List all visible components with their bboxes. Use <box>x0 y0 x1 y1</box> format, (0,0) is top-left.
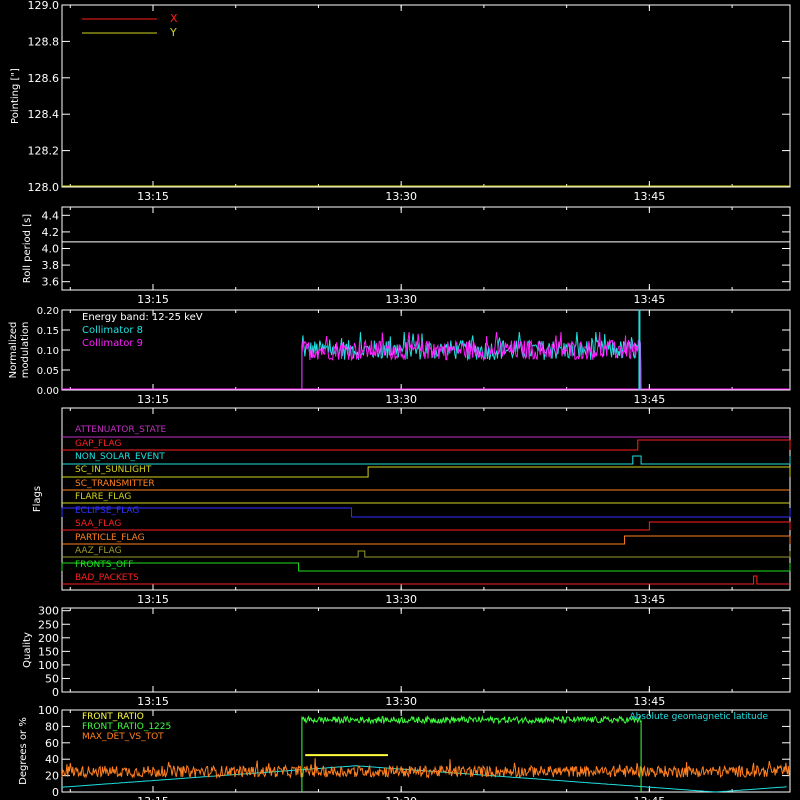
quality-ytick-label: 0 <box>52 686 59 699</box>
modulation-ytick-label: 0.15 <box>37 326 59 337</box>
pointing-ylabel: Pointing ["] <box>10 68 21 124</box>
flags-xtick-label: 13:30 <box>385 593 417 606</box>
legend-x-label: X <box>170 12 178 25</box>
modulation-annotation: Energy band: 12-25 keV <box>82 312 203 323</box>
modulation-xtick-label: 13:30 <box>385 393 417 406</box>
flag-label-attenuator-state: ATTENUATOR_STATE <box>75 425 167 435</box>
geomagnetic-latitude-label: Absolute geomagnetic latitude <box>629 712 768 722</box>
legend-max-det-vs-tot: MAX_DET_VS_TOT <box>82 732 164 742</box>
quality-xtick-label: 13:15 <box>137 695 169 708</box>
modulation-xtick-label: 13:45 <box>634 393 666 406</box>
flags-xtick-label: 13:45 <box>634 593 666 606</box>
front-ratio-ytick-label: 100 <box>38 704 59 717</box>
flags-ylabel: Flags <box>32 486 43 512</box>
quality-xtick-label: 13:45 <box>634 695 666 708</box>
flag-label-gap-flag: GAP_FLAG <box>75 439 121 449</box>
pointing-ytick-label: 129.0 <box>28 0 60 12</box>
front-ratio-xtick-label: 13:30 <box>385 795 417 800</box>
diagnostic-plot: 13:1513:3013:4514:0014:1514:3014:45128.0… <box>0 0 800 800</box>
quality-ytick-label: 250 <box>38 618 59 631</box>
modulation-ylabel: Normalized <box>8 322 19 379</box>
pointing-xtick-label: 13:15 <box>137 190 169 203</box>
front-ratio-ytick-label: 0 <box>52 786 59 799</box>
roll-xtick-label: 13:30 <box>385 293 417 306</box>
flags-xtick-label: 13:15 <box>137 593 169 606</box>
flag-label-particle-flag: PARTICLE_FLAG <box>75 533 145 543</box>
flag-label-bad-packets: BAD_PACKETS <box>75 573 139 583</box>
pointing-ytick-label: 128.8 <box>28 35 60 48</box>
flag-label-non-solar-event: NON_SOLAR_EVENT <box>75 452 165 462</box>
pointing-ytick-label: 128.4 <box>28 108 60 121</box>
modulation-ytick-label: 0.20 <box>37 306 59 317</box>
legend-front-ratio: FRONT_RATIO <box>82 712 144 722</box>
front-ratio-xtick-label: 13:45 <box>634 795 666 800</box>
legend-collimator-8: Collimator 8 <box>82 325 143 336</box>
legend-y-label: Y <box>169 26 177 39</box>
roll-xtick-label: 13:15 <box>137 293 169 306</box>
modulation-ytick-label: 0.10 <box>37 346 59 357</box>
flag-label-saa-flag: SAA_FLAG <box>75 519 121 529</box>
roll-ytick-label: 4.2 <box>42 226 60 239</box>
modulation-ylabel-2: modulation <box>20 322 31 379</box>
quality-ylabel: Quality <box>22 632 33 668</box>
quality-ytick-label: 300 <box>38 605 59 618</box>
roll-xtick-label: 13:45 <box>634 293 666 306</box>
front-ratio-ytick-label: 80 <box>45 720 59 733</box>
front-ratio-xtick-label: 13:15 <box>137 795 169 800</box>
flag-label-aaz-flag: AAZ_FLAG <box>75 546 122 556</box>
pointing-ytick-label: 128.6 <box>28 72 60 85</box>
pointing-ytick-label: 128.0 <box>28 181 60 194</box>
pointing-xtick-label: 13:30 <box>385 190 417 203</box>
quality-xtick-label: 13:30 <box>385 695 417 708</box>
roll-ytick-label: 4.4 <box>42 209 60 222</box>
flag-label-sc-in-sunlight: SC_IN_SUNLIGHT <box>75 465 152 475</box>
legend-collimator-9: Collimator 9 <box>82 338 143 349</box>
roll-ytick-label: 3.6 <box>42 276 60 289</box>
front-ratio-ytick-label: 40 <box>45 753 59 766</box>
modulation-xtick-label: 13:15 <box>137 393 169 406</box>
quality-ytick-label: 200 <box>38 632 59 645</box>
flag-label-fronts-off: FRONTS_OFF <box>75 560 133 570</box>
quality-ytick-label: 150 <box>38 645 59 658</box>
roll-ylabel: Roll period [s] <box>22 214 33 283</box>
modulation-ytick-label: 0.00 <box>37 386 59 397</box>
quality-ytick-label: 100 <box>38 659 59 672</box>
legend-front-ratio-1225: FRONT_RATIO_1225 <box>82 722 171 732</box>
front-ratio-ytick-label: 20 <box>45 770 59 783</box>
modulation-ytick-label: 0.05 <box>37 366 59 377</box>
quality-ytick-label: 50 <box>45 672 59 685</box>
roll-ytick-label: 4.0 <box>42 243 60 256</box>
front-ratio-ytick-label: 60 <box>45 737 59 750</box>
flag-label-sc-transmitter: SC_TRANSMITTER <box>75 479 155 489</box>
flag-label-flare-flag: FLARE_FLAG <box>75 492 131 502</box>
pointing-ytick-label: 128.2 <box>28 145 60 158</box>
roll-ytick-label: 3.8 <box>42 259 60 272</box>
pointing-xtick-label: 13:45 <box>634 190 666 203</box>
front-ratio-ylabel: Degrees or % <box>18 717 29 785</box>
